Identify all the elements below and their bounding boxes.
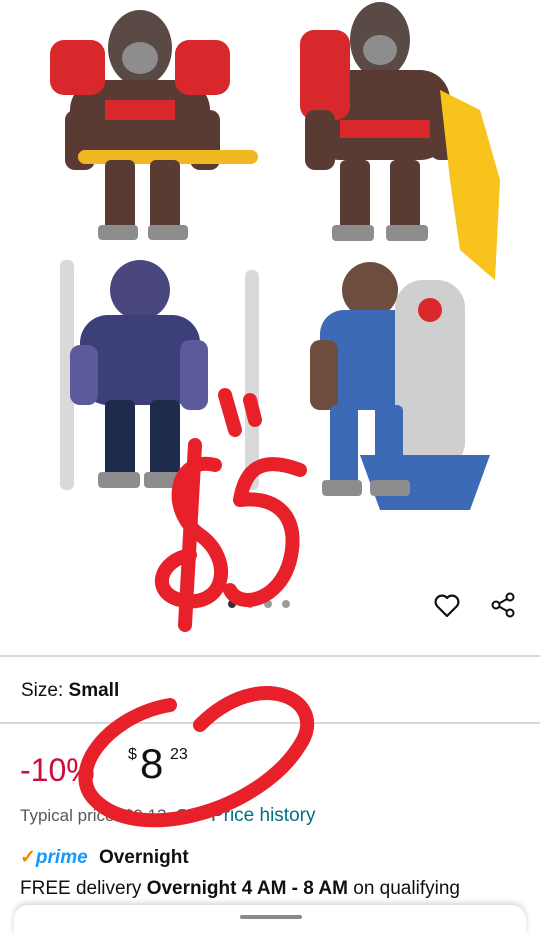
price-fraction: 23 [170, 746, 188, 763]
prime-logo: prime [35, 847, 88, 868]
delivery-window: Overnight 4 AM - 8 AM [146, 878, 348, 899]
product-image-figure-1 [50, 10, 258, 240]
typical-price-label: Typical price: [20, 806, 120, 825]
share-icon[interactable] [488, 590, 518, 620]
divider [0, 655, 540, 657]
size-label: Size: [21, 680, 64, 701]
bottom-sheet-handle[interactable] [240, 915, 302, 919]
heart-icon[interactable] [432, 590, 462, 620]
price-whole: 8 [140, 740, 164, 787]
carousel-dot-1[interactable] [228, 600, 236, 608]
delivery-prefix: FREE delivery [20, 878, 142, 899]
bottom-sheet[interactable] [14, 905, 526, 935]
info-icon[interactable]: i [175, 809, 191, 825]
image-carousel-dots[interactable] [228, 600, 290, 608]
product-image-gallery[interactable] [0, 0, 540, 650]
delivery-info: FREE delivery Overnight 4 AM - 8 AM on q… [20, 878, 460, 900]
price-history-link[interactable]: Price history [211, 805, 316, 826]
product-image-figure-2 [300, 2, 500, 280]
prime-check-icon: ✓ [20, 847, 36, 868]
price-currency: $ [128, 746, 137, 763]
prime-overnight-label: Overnight [98, 847, 189, 868]
typical-price-value: $9.13 [123, 806, 167, 825]
carousel-dot-3[interactable] [264, 600, 272, 608]
size-value: Small [68, 680, 120, 701]
size-selector[interactable]: Size: Small [21, 680, 119, 702]
carousel-dot-2[interactable] [246, 600, 254, 608]
prime-badge: ✓prime Overnight [20, 846, 189, 869]
delivery-suffix: on qualifying [353, 878, 460, 899]
divider [0, 722, 540, 724]
product-image-figure-3 [60, 260, 259, 490]
typical-price: Typical price: $9.13 i Price history [20, 805, 315, 827]
carousel-dot-4[interactable] [282, 600, 290, 608]
product-image-figure-4 [310, 262, 490, 510]
discount-percent: -10% [20, 752, 95, 788]
